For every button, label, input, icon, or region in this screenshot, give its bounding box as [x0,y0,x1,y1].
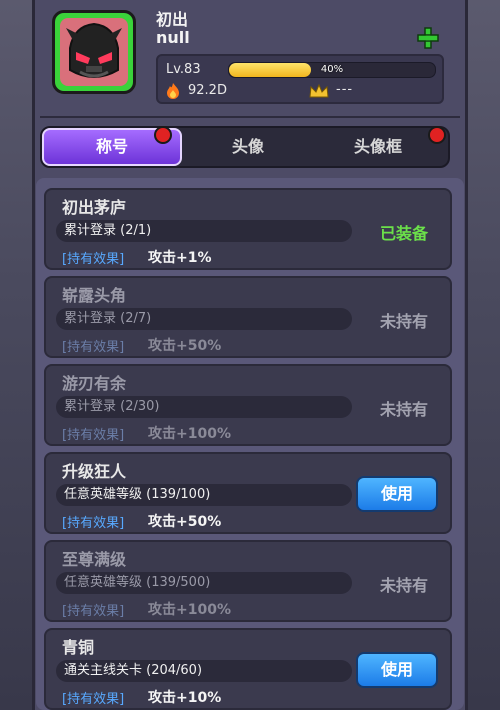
condition-text: 任意英雄等级 (139/500) [64,575,211,590]
avatar-mask-icon [60,18,128,86]
title-name: 至尊满级 [62,550,127,569]
xp-bar: 40% [228,62,436,78]
title-card: 青铜 通关主线关卡 (204/60) 使用 [持有效果] 攻击+10% [44,628,452,710]
avatar[interactable] [52,10,136,94]
condition-text: 通关主线关卡 (204/60) [64,663,203,678]
effect-value: 攻击+10% [148,690,222,706]
player-stats: Lv.83 40% 92.2D --- [156,54,444,104]
condition-text: 累计登录 (2/7) [64,311,152,326]
level-label: Lv.83 [166,62,201,77]
effect-tag: [持有效果] [62,692,125,707]
effect-tag: [持有效果] [62,428,125,443]
background-right [464,0,500,710]
condition-bar: 累计登录 (2/30) [56,396,352,418]
condition-bar: 通关主线关卡 (204/60) [56,660,352,682]
condition-text: 任意英雄等级 (139/100) [64,487,211,502]
condition-bar: 累计登录 (2/1) [56,220,352,242]
effect-value: 攻击+50% [148,514,222,530]
title-name: 青铜 [62,638,95,657]
header-divider [40,116,460,118]
tab-avatar-frame[interactable]: 头像框 [308,128,448,166]
tab-avatar-frame-notification-dot [428,126,446,144]
condition-bar: 任意英雄等级 (139/100) [56,484,352,506]
use-button[interactable]: 使用 [356,652,438,688]
title-card: 初出茅庐 累计登录 (2/1) 已装备 [持有效果] 攻击+1% [44,188,452,270]
player-name: 初出 [156,10,189,29]
rank-value: --- [336,82,354,97]
effect-value: 攻击+100% [148,426,231,442]
background-left [0,0,36,710]
condition-bar: 任意英雄等级 (139/500) [56,572,352,594]
effect-tag: [持有效果] [62,340,125,355]
status-not-owned: 未持有 [379,312,428,331]
effect-value: 攻击+100% [148,602,231,618]
plus-icon[interactable] [416,26,440,50]
tab-avatar[interactable]: 头像 [178,128,318,166]
status-equipped: 已装备 [379,224,428,243]
player-subtitle: null [156,28,190,47]
status-not-owned: 未持有 [379,576,428,595]
title-card: 升级狂人 任意英雄等级 (139/100) 使用 [持有效果] 攻击+50% [44,452,452,534]
title-card: 游刃有余 累计登录 (2/30) 未持有 [持有效果] 攻击+100% [44,364,452,446]
title-name: 初出茅庐 [62,198,127,217]
effect-value: 攻击+1% [148,250,212,266]
crown-icon [308,83,330,99]
effect-value: 攻击+50% [148,338,222,354]
condition-bar: 累计登录 (2/7) [56,308,352,330]
tab-bar: 称号 头像 头像框 [40,126,450,168]
title-name: 升级狂人 [62,462,127,481]
combat-power: 92.2D [188,83,227,98]
effect-tag: [持有效果] [62,604,125,619]
tab-title-notification-dot [154,126,172,144]
title-name: 崭露头角 [62,286,127,305]
title-card: 崭露头角 累计登录 (2/7) 未持有 [持有效果] 攻击+50% [44,276,452,358]
title-card: 至尊满级 任意英雄等级 (139/500) 未持有 [持有效果] 攻击+100% [44,540,452,622]
condition-text: 累计登录 (2/30) [64,399,160,414]
fire-icon [164,82,182,100]
xp-percent: 40% [320,64,344,75]
condition-text: 累计登录 (2/1) [64,223,152,238]
title-name: 游刃有余 [62,374,127,393]
effect-tag: [持有效果] [62,252,125,267]
effect-tag: [持有效果] [62,516,125,531]
status-not-owned: 未持有 [379,400,428,419]
use-button[interactable]: 使用 [356,476,438,512]
